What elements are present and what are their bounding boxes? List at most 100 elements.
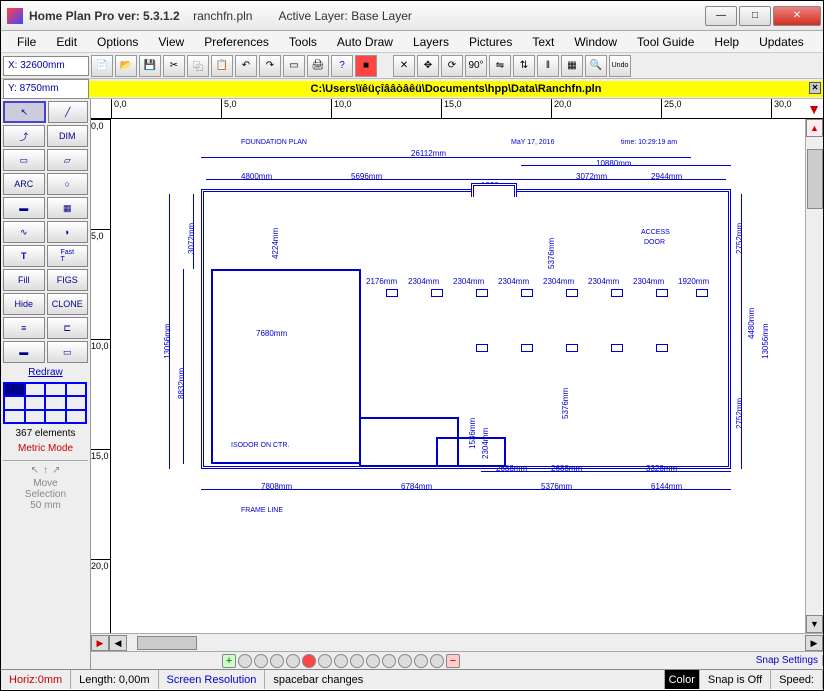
metric-mode[interactable]: Metric Mode bbox=[3, 441, 88, 456]
paste-icon[interactable]: 📋 bbox=[211, 55, 233, 77]
scrollbar-vertical[interactable]: ▲ ▼ bbox=[805, 119, 823, 633]
copy-icon[interactable]: ⿻ bbox=[187, 55, 209, 77]
undo-icon[interactable]: ↶ bbox=[235, 55, 257, 77]
path-close-icon[interactable]: ✕ bbox=[809, 82, 821, 94]
menu-autodraw[interactable]: Auto Draw bbox=[329, 33, 401, 51]
scroll-thumb-h[interactable] bbox=[137, 636, 197, 650]
zoom-icon[interactable]: 🔍 bbox=[585, 55, 607, 77]
open-icon[interactable]: 📂 bbox=[115, 55, 137, 77]
scrollbar-horizontal[interactable]: ▶ ◀ ▶ bbox=[91, 633, 823, 651]
menu-layers[interactable]: Layers bbox=[405, 33, 457, 51]
menu-edit[interactable]: Edit bbox=[48, 33, 85, 51]
palette-sel[interactable] bbox=[4, 383, 25, 396]
curve-tool[interactable]: ∿ bbox=[3, 221, 45, 243]
redraw-button[interactable]: Redraw bbox=[3, 365, 88, 380]
circle-tool[interactable]: ○ bbox=[47, 173, 89, 195]
layer-tool[interactable]: ▭ bbox=[47, 341, 89, 363]
zoom-dot[interactable] bbox=[430, 654, 444, 668]
zoom-dot[interactable] bbox=[414, 654, 428, 668]
menu-options[interactable]: Options bbox=[89, 33, 146, 51]
scroll-right-icon[interactable]: ▶ bbox=[805, 635, 823, 651]
menu-window[interactable]: Window bbox=[566, 33, 625, 51]
zoom-dot[interactable] bbox=[270, 654, 284, 668]
menu-preferences[interactable]: Preferences bbox=[196, 33, 277, 51]
fill-tool[interactable]: Fill bbox=[3, 269, 45, 291]
snap-settings-button[interactable]: Snap Settings bbox=[752, 655, 823, 666]
arrow-nw-icon[interactable]: ↖ bbox=[31, 465, 39, 476]
menu-tools[interactable]: Tools bbox=[281, 33, 325, 51]
ruler-marker-icon[interactable]: ▼ bbox=[807, 101, 821, 117]
clone-tool[interactable]: CLONE bbox=[47, 293, 89, 315]
shape-tool[interactable]: ▱ bbox=[47, 149, 89, 171]
help-icon[interactable]: ? bbox=[331, 55, 353, 77]
line-tool[interactable]: ╱ bbox=[48, 101, 89, 123]
pan-tool[interactable]: ≡ bbox=[3, 317, 45, 339]
minimize-button[interactable]: — bbox=[705, 6, 737, 26]
scroll-left-marker-icon[interactable]: ▶ bbox=[91, 635, 109, 651]
arrow-ne-icon[interactable]: ↗ bbox=[52, 465, 60, 476]
close-button[interactable]: ✕ bbox=[773, 6, 821, 26]
wall-tool[interactable]: ▬ bbox=[3, 197, 45, 219]
menu-file[interactable]: File bbox=[9, 33, 44, 51]
move-icon[interactable]: ✥ bbox=[417, 55, 439, 77]
zoom-dot[interactable] bbox=[318, 654, 332, 668]
zoom-out-button[interactable]: − bbox=[446, 654, 460, 668]
zoom-dot[interactable] bbox=[398, 654, 412, 668]
zoom-dot[interactable] bbox=[382, 654, 396, 668]
scroll-down-icon[interactable]: ▼ bbox=[806, 615, 823, 633]
polyline-tool[interactable]: ⤴ bbox=[3, 125, 45, 147]
select-icon[interactable]: ▭ bbox=[283, 55, 305, 77]
zoom-dot[interactable] bbox=[334, 654, 348, 668]
grid-icon[interactable]: ▦ bbox=[561, 55, 583, 77]
text-tool[interactable]: T bbox=[3, 245, 45, 267]
status-color[interactable]: Color bbox=[665, 670, 700, 689]
fast-text-tool[interactable]: Fast T bbox=[47, 245, 89, 267]
save-icon[interactable]: 💾 bbox=[139, 55, 161, 77]
align-icon[interactable]: ‖ bbox=[537, 55, 559, 77]
delete-icon[interactable]: ✕ bbox=[393, 55, 415, 77]
menu-pictures[interactable]: Pictures bbox=[461, 33, 520, 51]
hide-tool[interactable]: Hide bbox=[3, 293, 45, 315]
scroll-up-icon[interactable]: ▲ bbox=[806, 119, 823, 137]
maximize-button[interactable]: □ bbox=[739, 6, 771, 26]
new-icon[interactable]: 📄 bbox=[91, 55, 113, 77]
zoom-dot[interactable] bbox=[254, 654, 268, 668]
dim-tool[interactable]: DIM bbox=[47, 125, 89, 147]
scroll-track-h[interactable] bbox=[127, 635, 805, 651]
zoom-dot[interactable] bbox=[350, 654, 364, 668]
menu-text[interactable]: Text bbox=[524, 33, 562, 51]
arrow-n-icon[interactable]: ↑ bbox=[43, 465, 48, 476]
flip-icon[interactable]: ⇅ bbox=[513, 55, 535, 77]
rect-tool[interactable]: ▭ bbox=[3, 149, 45, 171]
redo-icon[interactable]: ↷ bbox=[259, 55, 281, 77]
cut-icon[interactable]: ✂ bbox=[163, 55, 185, 77]
drawing-canvas[interactable]: FOUNDATION PLAN MaY 17, 2016 time: 10:29… bbox=[111, 119, 805, 633]
zoom-dot[interactable] bbox=[366, 654, 380, 668]
zoom-in-button[interactable]: + bbox=[222, 654, 236, 668]
rotate-icon[interactable]: ⟳ bbox=[441, 55, 463, 77]
menu-help[interactable]: Help bbox=[706, 33, 747, 51]
hatch-tool[interactable]: ▦ bbox=[47, 197, 89, 219]
zoom-dot[interactable] bbox=[238, 654, 252, 668]
mirror-icon[interactable]: ⇋ bbox=[489, 55, 511, 77]
status-resolution[interactable]: Screen Resolution bbox=[159, 670, 266, 689]
stop-icon[interactable]: ■ bbox=[355, 55, 377, 77]
rotate90-icon[interactable]: 90° bbox=[465, 55, 487, 77]
scroll-thumb-v[interactable] bbox=[807, 149, 823, 209]
color-palette[interactable] bbox=[3, 382, 87, 424]
menu-updates[interactable]: Updates bbox=[751, 33, 812, 51]
undo2-icon[interactable]: Undo bbox=[609, 55, 631, 77]
window-tool[interactable]: ▬ bbox=[3, 341, 45, 363]
menu-view[interactable]: View bbox=[150, 33, 192, 51]
print-icon[interactable]: 🖨 bbox=[307, 55, 329, 77]
door-tool[interactable]: ◗ bbox=[47, 221, 89, 243]
arc-tool[interactable]: ARC bbox=[3, 173, 45, 195]
scroll-left-icon[interactable]: ◀ bbox=[109, 635, 127, 651]
pointer-tool[interactable]: ↖ bbox=[3, 101, 46, 123]
zoom-dot-current[interactable] bbox=[302, 654, 316, 668]
figs-tool[interactable]: FIGS bbox=[47, 269, 89, 291]
menu-toolguide[interactable]: Tool Guide bbox=[629, 33, 702, 51]
status-snap[interactable]: Snap is Off bbox=[700, 670, 771, 689]
measure-tool[interactable]: ⊏ bbox=[47, 317, 89, 339]
zoom-dot[interactable] bbox=[286, 654, 300, 668]
